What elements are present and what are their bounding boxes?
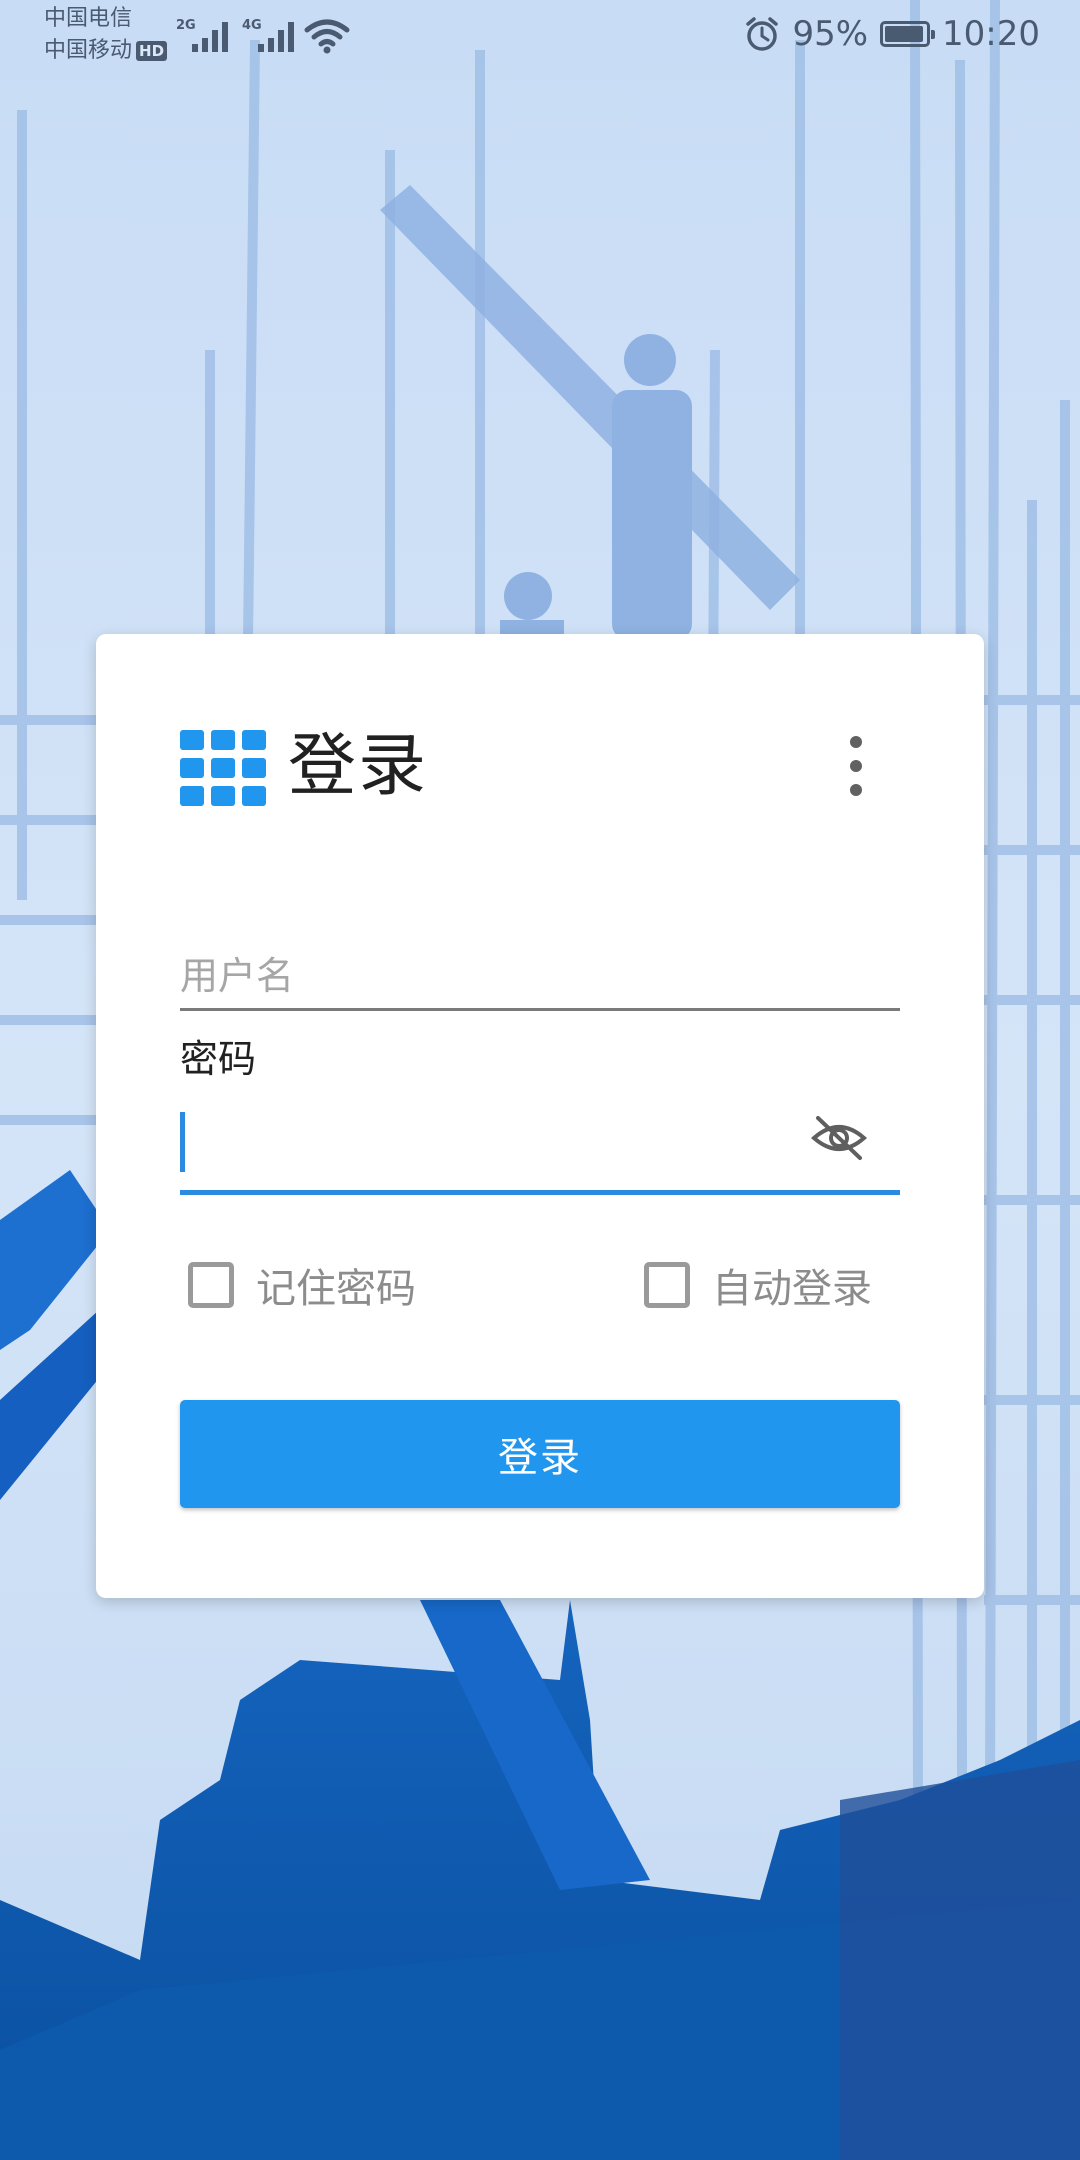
signal-2-network-label: 4G xyxy=(242,18,262,33)
alarm-icon xyxy=(746,17,779,51)
battery-icon xyxy=(880,21,936,47)
login-card: 登录 密码 记住密码 自动登录 登录 xyxy=(96,634,984,1598)
password-input[interactable] xyxy=(194,1112,798,1174)
login-button[interactable]: 登录 xyxy=(180,1400,900,1508)
clock: 10:20 xyxy=(942,14,1040,54)
password-label: 密码 xyxy=(180,1037,257,1081)
auto-login-label: 自动登录 xyxy=(712,1266,872,1312)
password-field[interactable] xyxy=(180,1102,900,1195)
battery-percent: 95% xyxy=(792,14,869,54)
status-right: 95% 10:20 xyxy=(744,14,1040,54)
hd-badge: HD xyxy=(136,41,168,61)
carrier-2-label: 中国移动 xyxy=(44,38,133,63)
remember-password-checkbox[interactable]: 记住密码 xyxy=(188,1256,416,1314)
carrier-2: 中国移动 HD xyxy=(44,38,168,64)
text-cursor xyxy=(180,1112,185,1172)
signal-1-network-label: 2G xyxy=(176,18,196,33)
username-field[interactable] xyxy=(180,934,900,1011)
username-input[interactable] xyxy=(180,954,900,998)
battery-fill xyxy=(885,26,924,42)
signal-icon: 4G xyxy=(242,18,300,56)
carrier-1-label: 中国电信 xyxy=(44,6,133,31)
app-grid-icon xyxy=(180,730,266,806)
checkbox-box[interactable] xyxy=(188,1262,234,1308)
wifi-icon xyxy=(304,19,350,54)
checkbox-box[interactable] xyxy=(644,1262,690,1308)
eye-off-icon[interactable] xyxy=(810,1114,868,1162)
more-vertical-icon[interactable] xyxy=(836,730,876,802)
status-bar: 中国电信 中国移动 HD 2G 4G 95% 10:20 xyxy=(0,0,1080,72)
auto-login-checkbox[interactable]: 自动登录 xyxy=(644,1256,872,1314)
page-title: 登录 xyxy=(288,727,429,806)
remember-password-label: 记住密码 xyxy=(256,1266,416,1312)
signal-icon: 2G xyxy=(176,18,234,56)
